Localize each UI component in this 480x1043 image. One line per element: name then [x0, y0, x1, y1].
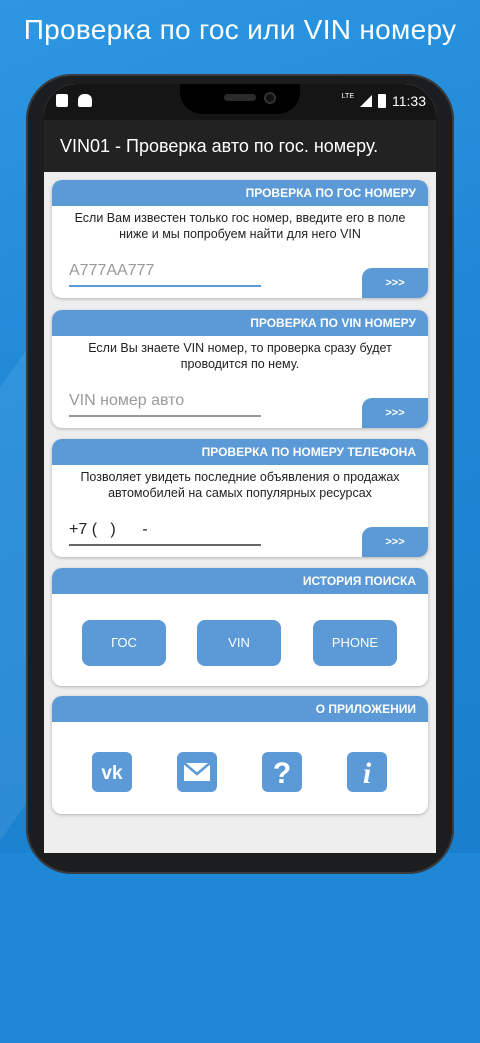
signal-icon: [360, 95, 372, 107]
card-gos-check: ПРОВЕРКА ПО ГОС НОМЕРУ Если Вам известен…: [52, 180, 428, 298]
gos-number-input[interactable]: A777AA777: [69, 262, 261, 287]
help-icon[interactable]: ?: [262, 752, 302, 792]
card-header: ИСТОРИЯ ПОИСКА: [52, 568, 428, 594]
clock: 11:33: [392, 93, 426, 109]
card-header: ПРОВЕРКА ПО VIN НОМЕРУ: [52, 310, 428, 336]
card-phone-check: ПРОВЕРКА ПО НОМЕРУ ТЕЛЕФОНА Позволяет ув…: [52, 439, 428, 557]
card-about-app: О ПРИЛОЖЕНИИ vk ? i: [52, 696, 428, 814]
speaker: [224, 94, 256, 101]
phone-screen: LTE 11:33 VIN01 - Проверка авто по гос. …: [44, 84, 436, 853]
vin-search-button[interactable]: >>>: [362, 398, 428, 428]
history-vin-button[interactable]: VIN: [197, 620, 281, 666]
card-description: Позволяет увидеть последние объявления о…: [80, 470, 400, 500]
info-icon[interactable]: i: [347, 752, 387, 792]
history-phone-button[interactable]: PHONE: [313, 620, 397, 666]
promo-title: Проверка по гос или VIN номеру: [23, 14, 457, 45]
app-bar-title: VIN01 - Проверка авто по гос. номеру.: [44, 120, 436, 172]
phone-search-button[interactable]: >>>: [362, 527, 428, 557]
battery-icon: [378, 94, 386, 108]
sd-card-icon: [56, 94, 68, 107]
front-camera: [264, 92, 276, 104]
status-bar: LTE 11:33: [44, 84, 436, 120]
android-icon: [78, 94, 92, 107]
svg-text:i: i: [363, 757, 372, 790]
network-type: LTE: [341, 92, 354, 100]
vk-icon[interactable]: vk: [92, 752, 132, 792]
gos-search-button[interactable]: >>>: [362, 268, 428, 298]
card-header: ПРОВЕРКА ПО ГОС НОМЕРУ: [52, 180, 428, 206]
card-vin-check: ПРОВЕРКА ПО VIN НОМЕРУ Если Вы знаете VI…: [52, 310, 428, 428]
phone-number-input[interactable]: +7 ( ) -: [69, 521, 261, 546]
mail-icon[interactable]: [177, 752, 217, 792]
vin-number-input[interactable]: VIN номер авто: [69, 392, 261, 417]
card-header: О ПРИЛОЖЕНИИ: [52, 696, 428, 722]
card-header: ПРОВЕРКА ПО НОМЕРУ ТЕЛЕФОНА: [52, 439, 428, 465]
svg-text:vk: vk: [101, 763, 123, 784]
card-description: Если Вы знаете VIN номер, то проверка ср…: [88, 341, 392, 371]
card-description: Если Вам известен только гос номер, введ…: [74, 211, 406, 241]
history-gos-button[interactable]: ГОС: [82, 620, 166, 666]
card-search-history: ИСТОРИЯ ПОИСКА ГОС VIN PHONE: [52, 568, 428, 686]
svg-text:?: ?: [273, 757, 291, 790]
